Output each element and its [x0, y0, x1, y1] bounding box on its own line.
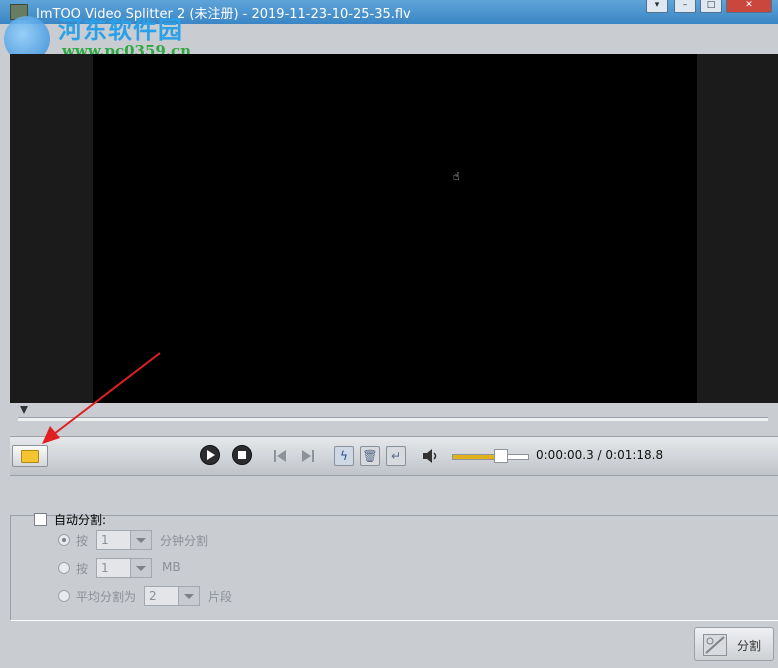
split-by-minutes-prefix: 按: [76, 534, 89, 548]
play-icon: [207, 450, 215, 460]
time-display: 0:00:00.3 / 0:01:18.8: [536, 448, 663, 462]
menu-dropdown-button[interactable]: ▾: [646, 0, 668, 13]
stop-button[interactable]: [232, 445, 252, 465]
play-button[interactable]: [200, 445, 220, 465]
time-separator: /: [593, 448, 606, 462]
video-preview[interactable]: ☝: [10, 54, 778, 403]
video-frame[interactable]: ☝: [93, 54, 697, 403]
split-button[interactable]: 分割: [694, 627, 774, 661]
minutes-value: 1: [101, 533, 109, 547]
current-time: 0:00:00.3: [536, 448, 594, 462]
close-button[interactable]: ✕: [726, 0, 772, 13]
split-even-prefix: 平均分割为: [76, 590, 137, 604]
folder-icon: [21, 449, 39, 463]
next-icon: [302, 450, 314, 462]
seek-bar[interactable]: [10, 404, 778, 432]
split-by-size-radio[interactable]: [58, 562, 70, 574]
split-by-minutes-radio[interactable]: [58, 534, 70, 546]
split-by-minutes-unit: 分钟分割: [160, 534, 209, 548]
split-button-label: 分割: [737, 639, 762, 653]
auto-split-checkbox[interactable]: [34, 513, 47, 526]
chevron-down-icon[interactable]: [130, 531, 151, 549]
previous-frame-button[interactable]: [272, 446, 288, 466]
auto-split-label: 自动分割:: [54, 513, 107, 527]
split-by-size-unit: MB: [162, 560, 181, 574]
maximize-button[interactable]: □: [700, 0, 722, 13]
split-icon: [703, 634, 727, 656]
volume-knob[interactable]: [494, 449, 508, 463]
prev-icon: [274, 450, 286, 462]
chevron-down-icon[interactable]: [178, 587, 199, 605]
total-time: 0:01:18.8: [605, 448, 664, 462]
split-even-unit: 片段: [208, 590, 233, 604]
segments-value: 2: [149, 589, 157, 603]
watermark-site-name: 河东软件园: [58, 15, 183, 44]
chevron-down-icon[interactable]: [130, 559, 151, 577]
stop-icon: [238, 451, 246, 459]
undo-button[interactable]: ↵: [386, 446, 406, 466]
volume-icon: [423, 449, 437, 463]
player-toolbar: ϟ 🗑 ↵ 0:00:00.3 / 0:01:18.8: [10, 436, 778, 476]
volume-button[interactable]: [422, 447, 440, 465]
split-by-size-prefix: 按: [76, 562, 89, 576]
mouse-cursor-icon: ☝: [453, 170, 460, 183]
delete-button[interactable]: 🗑: [360, 446, 380, 466]
undo-icon: ↵: [390, 449, 402, 463]
seek-track[interactable]: [18, 417, 768, 421]
open-file-button[interactable]: [12, 445, 48, 467]
seek-thumb[interactable]: [20, 406, 28, 414]
split-mark-button[interactable]: ϟ: [334, 446, 354, 466]
split-mark-icon: ϟ: [340, 449, 348, 463]
next-frame-button[interactable]: [300, 446, 316, 466]
size-combo[interactable]: 1: [96, 558, 152, 578]
split-even-radio[interactable]: [58, 590, 70, 602]
volume-slider[interactable]: [452, 454, 529, 460]
minimize-button[interactable]: –: [674, 0, 696, 13]
size-value: 1: [101, 561, 109, 575]
segments-combo[interactable]: 2: [144, 586, 200, 606]
minutes-combo[interactable]: 1: [96, 530, 152, 550]
delete-icon: 🗑: [362, 449, 378, 463]
